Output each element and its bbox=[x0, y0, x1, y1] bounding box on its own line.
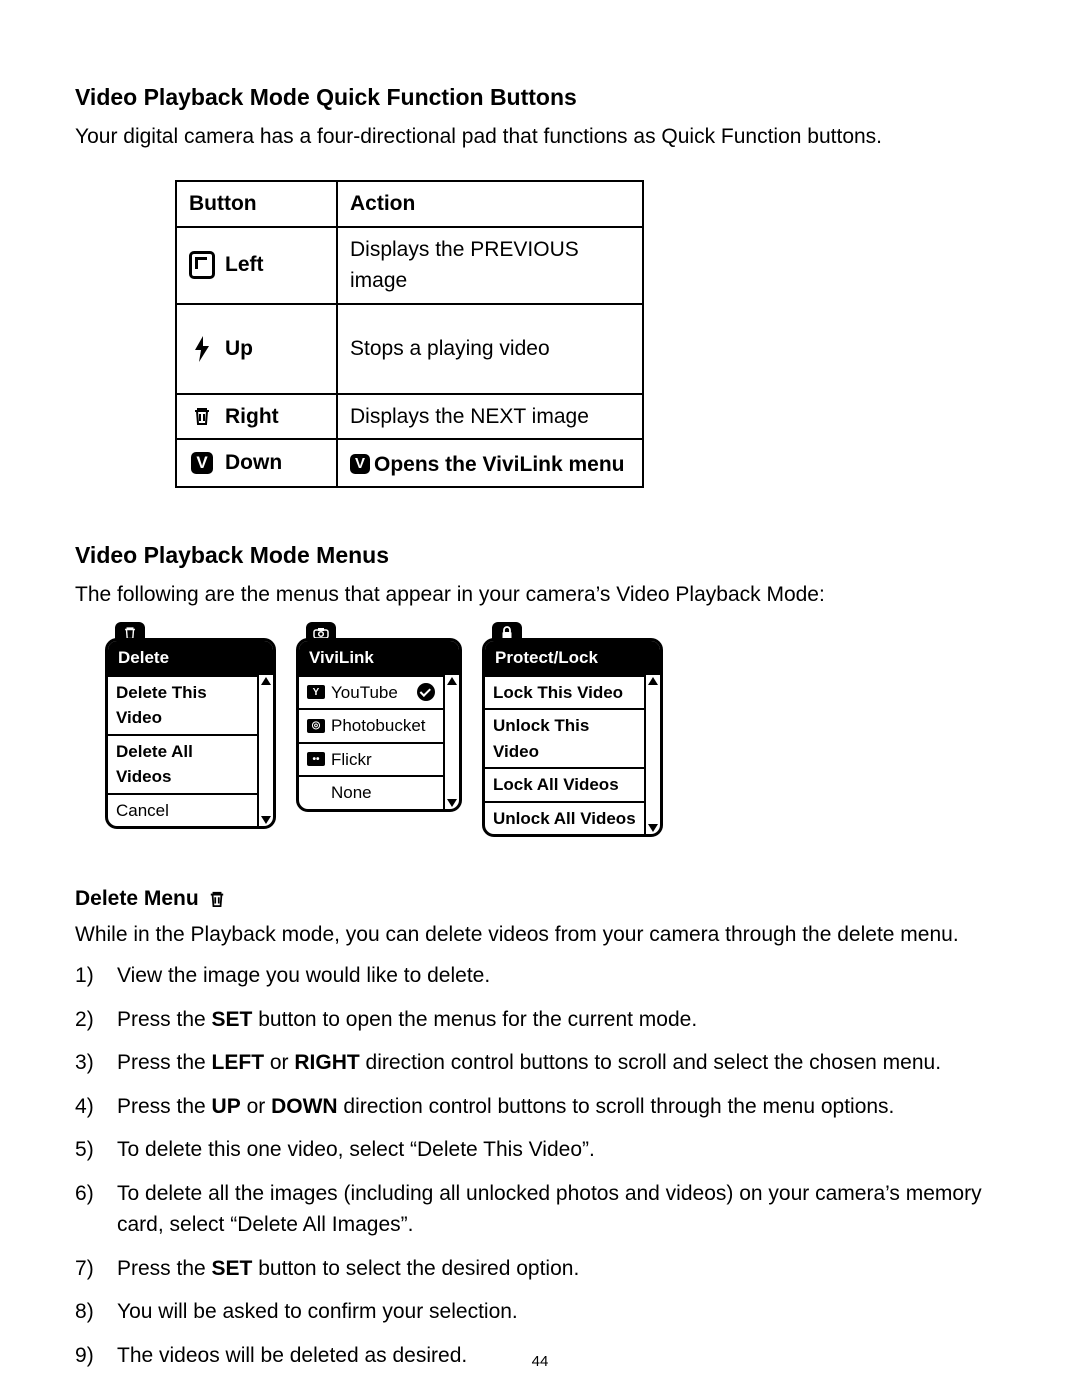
step-item: To delete this one video, select “Delete… bbox=[117, 1134, 1005, 1166]
menu-item: Delete This Video bbox=[108, 675, 257, 734]
menu-item: Lock This Video bbox=[485, 675, 644, 709]
scrollbar bbox=[257, 675, 273, 827]
manual-page: Video Playback Mode Quick Function Butto… bbox=[0, 0, 1080, 1397]
bold-text: DOWN bbox=[271, 1095, 338, 1118]
action-text: Opens the ViviLink menu bbox=[374, 449, 625, 481]
menu-item: None bbox=[299, 775, 443, 809]
menu-item-label: Flickr bbox=[331, 747, 372, 773]
youtube-icon: Y bbox=[307, 685, 325, 699]
photobucket-icon: ◎ bbox=[307, 719, 325, 733]
menus-row: Delete Delete This Video Delete All Vide… bbox=[105, 638, 1005, 837]
button-label: Down bbox=[225, 447, 282, 479]
section2-title: Video Playback Mode Menus bbox=[75, 538, 1005, 573]
menu-item: •• Flickr bbox=[299, 742, 443, 776]
button-label: Left bbox=[225, 249, 264, 281]
step-item: You will be asked to confirm your select… bbox=[117, 1296, 1005, 1328]
table-head-action: Action bbox=[337, 181, 643, 227]
chevron-down-icon bbox=[447, 799, 457, 807]
button-label: Up bbox=[225, 333, 253, 365]
menu-item: ◎ Photobucket bbox=[299, 708, 443, 742]
vivilink-v-icon: V bbox=[350, 454, 370, 474]
delete-steps-list: View the image you would like to delete.… bbox=[75, 960, 1005, 1371]
step-item: To delete all the images (including all … bbox=[117, 1178, 1005, 1241]
chevron-down-icon bbox=[261, 816, 271, 824]
bolt-icon bbox=[189, 336, 215, 362]
chevron-up-icon bbox=[447, 677, 457, 685]
protect-menu: Protect/Lock Lock This Video Unlock This… bbox=[482, 638, 663, 837]
step-item: Press the LEFT or RIGHT direction contro… bbox=[117, 1047, 1005, 1079]
menu-item: Lock All Videos bbox=[485, 767, 644, 801]
delete-menu: Delete Delete This Video Delete All Vide… bbox=[105, 638, 276, 837]
step-item: Press the SET button to open the menus f… bbox=[117, 1004, 1005, 1036]
action-text: Displays the NEXT image bbox=[337, 394, 643, 440]
bold-text: LEFT bbox=[212, 1051, 265, 1074]
menu-header: ViviLink bbox=[299, 641, 459, 675]
page-number: 44 bbox=[0, 1351, 1080, 1374]
menu-item: Unlock All Videos bbox=[485, 801, 644, 835]
table-head-button: Button bbox=[176, 181, 337, 227]
scrollbar bbox=[644, 675, 660, 835]
table-row: Left Displays the PREVIOUS image bbox=[176, 227, 643, 304]
bold-text: RIGHT bbox=[294, 1051, 359, 1074]
table-row: V Down V Opens the ViviLink menu bbox=[176, 439, 643, 487]
chevron-down-icon bbox=[648, 824, 658, 832]
vivilink-menu: ViviLink Y YouTube ◎ Photobucket bbox=[296, 638, 462, 837]
flickr-icon: •• bbox=[307, 752, 325, 766]
step-item: Press the SET button to select the desir… bbox=[117, 1253, 1005, 1285]
menu-header: Protect/Lock bbox=[485, 641, 660, 675]
menu-item-label: None bbox=[331, 780, 372, 806]
quick-function-table: Button Action Left Displays the PREVIOUS… bbox=[175, 180, 644, 488]
table-row: Right Displays the NEXT image bbox=[176, 394, 643, 440]
trash-icon bbox=[189, 403, 215, 429]
table-row: Up Stops a playing video bbox=[176, 304, 643, 394]
bold-text: UP bbox=[212, 1095, 241, 1118]
action-text: Displays the PREVIOUS image bbox=[337, 227, 643, 304]
menu-item-label: Photobucket bbox=[331, 713, 426, 739]
menu-item: Cancel bbox=[108, 793, 257, 827]
section3-intro: While in the Playback mode, you can dele… bbox=[75, 919, 1005, 951]
button-label: Right bbox=[225, 401, 279, 433]
bold-text: SET bbox=[212, 1008, 253, 1031]
section3-title: Delete Menu bbox=[75, 883, 199, 915]
section1-intro: Your digital camera has a four-direction… bbox=[75, 121, 1005, 153]
menu-item: Y YouTube bbox=[299, 675, 443, 709]
action-text: Stops a playing video bbox=[337, 304, 643, 394]
step-item: Press the UP or DOWN direction control b… bbox=[117, 1091, 1005, 1123]
section1-title: Video Playback Mode Quick Function Butto… bbox=[75, 80, 1005, 115]
menu-header: Delete bbox=[108, 641, 273, 675]
section2-intro: The following are the menus that appear … bbox=[75, 579, 1005, 611]
menu-item-label: YouTube bbox=[331, 680, 398, 706]
menu-item: Unlock This Video bbox=[485, 708, 644, 767]
menu-item: Delete All Videos bbox=[108, 734, 257, 793]
bold-text: SET bbox=[212, 1257, 253, 1280]
multi-frame-icon bbox=[189, 252, 215, 278]
step-item: View the image you would like to delete. bbox=[117, 960, 1005, 992]
vivilink-v-icon: V bbox=[189, 450, 215, 476]
chevron-up-icon bbox=[261, 677, 271, 685]
check-icon bbox=[417, 683, 435, 701]
section3-heading: Delete Menu bbox=[75, 883, 1005, 915]
trash-icon bbox=[209, 890, 225, 908]
scrollbar bbox=[443, 675, 459, 809]
chevron-up-icon bbox=[648, 677, 658, 685]
